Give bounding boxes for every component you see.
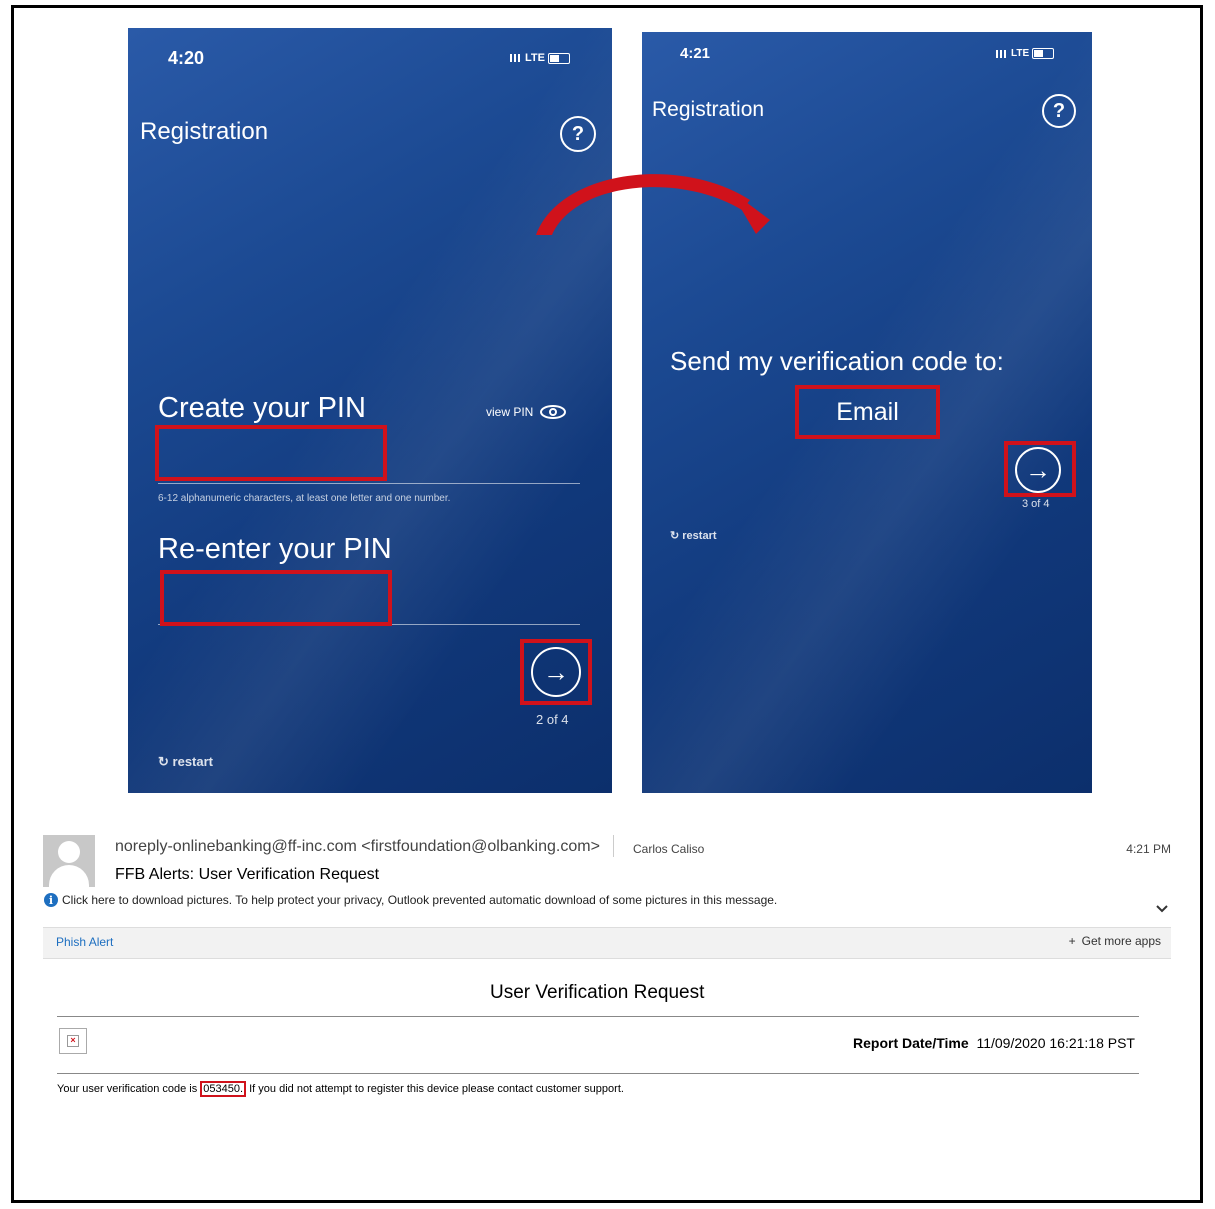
next-button-highlight xyxy=(520,639,592,705)
help-icon[interactable]: ? xyxy=(560,116,596,152)
chevron-down-icon[interactable] xyxy=(1155,904,1169,914)
eye-icon xyxy=(540,405,567,419)
status-time: 4:21 xyxy=(680,45,711,62)
transition-arrow-icon xyxy=(536,174,770,235)
phone-screen-create-pin: 4:20 LTE Registration ? Create your PIN … xyxy=(128,28,612,793)
verification-code: 053450. xyxy=(200,1081,247,1097)
body-title: User Verification Request xyxy=(490,982,705,1003)
email-subject: FFB Alerts: User Verification Request xyxy=(115,866,380,883)
email-option[interactable]: Email xyxy=(795,385,940,439)
get-more-apps-button[interactable]: + Get more apps xyxy=(1069,934,1161,948)
email-from: noreply-onlinebanking@ff-inc.com <firstf… xyxy=(115,838,600,855)
status-bar-icons: LTE xyxy=(996,48,1055,59)
phone-screen-send-code: 4:21 LTE Registration ? Send my verifica… xyxy=(642,32,1092,793)
network-label: LTE xyxy=(1011,48,1030,59)
pin-hint: 6-12 alphanumeric characters, at least o… xyxy=(158,493,451,504)
create-pin-label: Create your PIN xyxy=(158,392,366,424)
battery-icon xyxy=(1032,48,1055,59)
plus-icon: + xyxy=(1068,934,1076,948)
download-pictures-notice[interactable]: i Click here to download pictures. To he… xyxy=(44,893,777,907)
step-indicator: 3 of 4 xyxy=(1022,498,1050,510)
create-pin-underline xyxy=(158,483,580,484)
report-value: 11/09/2020 16:21:18 PST xyxy=(976,1035,1135,1051)
screen-title: Registration xyxy=(652,98,765,121)
divider xyxy=(613,835,614,857)
addin-bar: Phish Alert + Get more apps xyxy=(43,927,1171,959)
restart-link[interactable]: ↻ restart xyxy=(670,529,717,542)
restart-label: restart xyxy=(172,754,213,769)
message-prefix: Your user verification code is xyxy=(57,1083,198,1095)
email-time: 4:21 PM xyxy=(1126,842,1171,856)
battery-icon xyxy=(547,52,570,64)
email-to[interactable]: Carlos Caliso xyxy=(633,842,704,856)
help-icon[interactable]: ? xyxy=(1042,94,1076,128)
screen-title: Registration xyxy=(140,118,269,145)
signal-icon xyxy=(510,54,522,62)
phish-alert-button[interactable]: Phish Alert xyxy=(56,935,113,949)
info-icon: i xyxy=(44,893,58,907)
avatar xyxy=(43,835,95,887)
reenter-pin-input[interactable] xyxy=(160,570,392,626)
restart-link[interactable]: ↻ restart xyxy=(158,754,213,770)
signal-icon xyxy=(996,49,1008,58)
step-indicator: 2 of 4 xyxy=(536,712,569,727)
email-option-label: Email xyxy=(836,397,899,426)
restart-icon: ↻ xyxy=(670,530,680,542)
restart-icon: ↻ xyxy=(158,754,169,769)
verification-message: Your user verification code is 053450. I… xyxy=(57,1081,624,1097)
next-button-highlight xyxy=(1004,441,1076,497)
status-bar-icons: LTE xyxy=(510,52,570,64)
network-label: LTE xyxy=(525,52,545,64)
reenter-pin-label: Re-enter your PIN xyxy=(158,533,392,565)
message-suffix: If you did not attempt to register this … xyxy=(249,1083,624,1095)
download-pictures-text: Click here to download pictures. To help… xyxy=(62,893,778,907)
view-pin-toggle[interactable]: view PIN xyxy=(486,404,567,420)
status-time: 4:20 xyxy=(168,48,205,68)
send-code-label: Send my verification code to: xyxy=(670,346,1004,376)
body-divider-bottom xyxy=(57,1073,1139,1074)
body-divider-top xyxy=(57,1016,1139,1017)
get-more-apps-label: Get more apps xyxy=(1081,934,1161,948)
restart-label: restart xyxy=(682,530,717,542)
view-pin-label: view PIN xyxy=(486,405,534,419)
report-datetime: Report Date/Time 11/09/2020 16:21:18 PST xyxy=(853,1035,1135,1051)
report-label: Report Date/Time xyxy=(853,1035,969,1051)
create-pin-input[interactable] xyxy=(155,425,387,481)
broken-image-icon: × xyxy=(59,1028,87,1054)
